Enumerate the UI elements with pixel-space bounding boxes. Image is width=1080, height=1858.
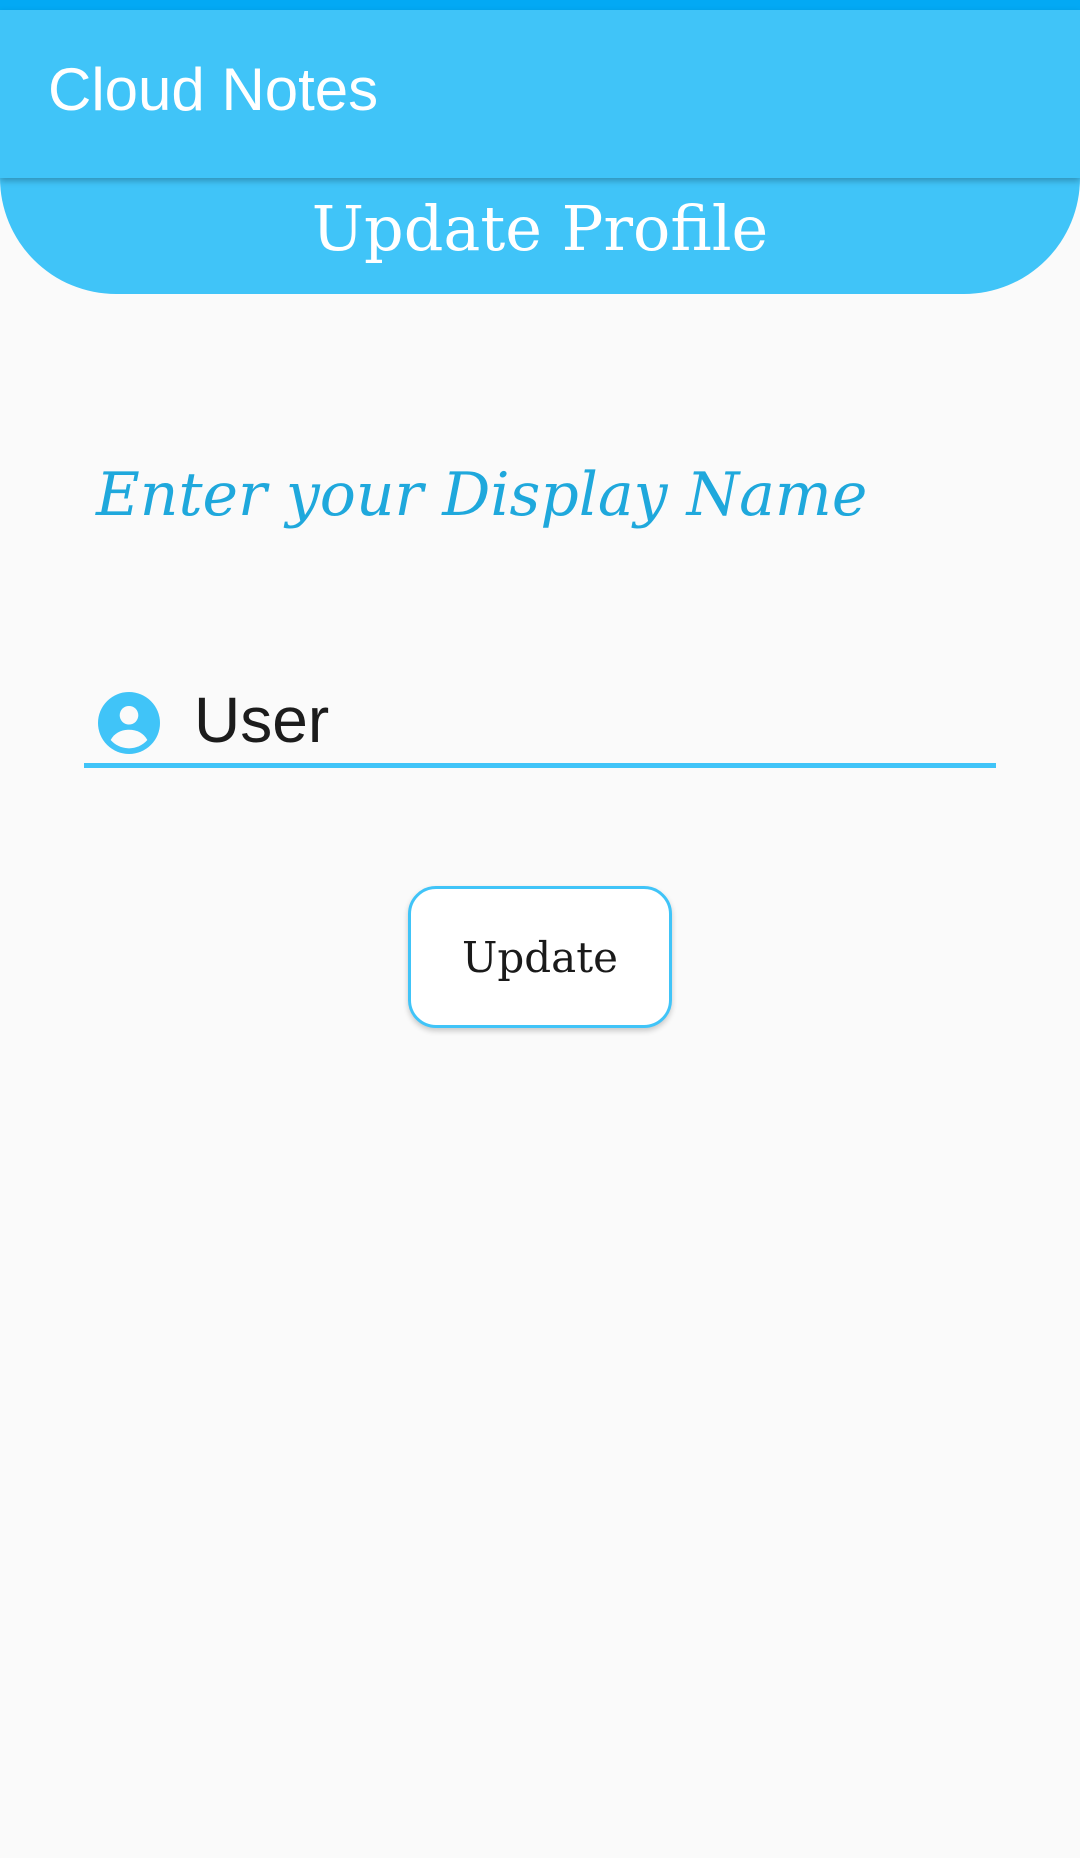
header-banner: Update Profile (0, 178, 1080, 294)
update-button[interactable]: Update (408, 886, 672, 1028)
display-name-input[interactable] (194, 684, 974, 756)
display-name-field[interactable] (84, 680, 996, 768)
app-bar: Cloud Notes (0, 10, 1080, 178)
display-name-prompt: Enter your Display Name (96, 460, 868, 530)
app-title: Cloud Notes (48, 56, 379, 123)
page-title: Update Profile (311, 192, 769, 265)
status-bar (0, 0, 1080, 10)
account-circle-icon (98, 692, 160, 754)
